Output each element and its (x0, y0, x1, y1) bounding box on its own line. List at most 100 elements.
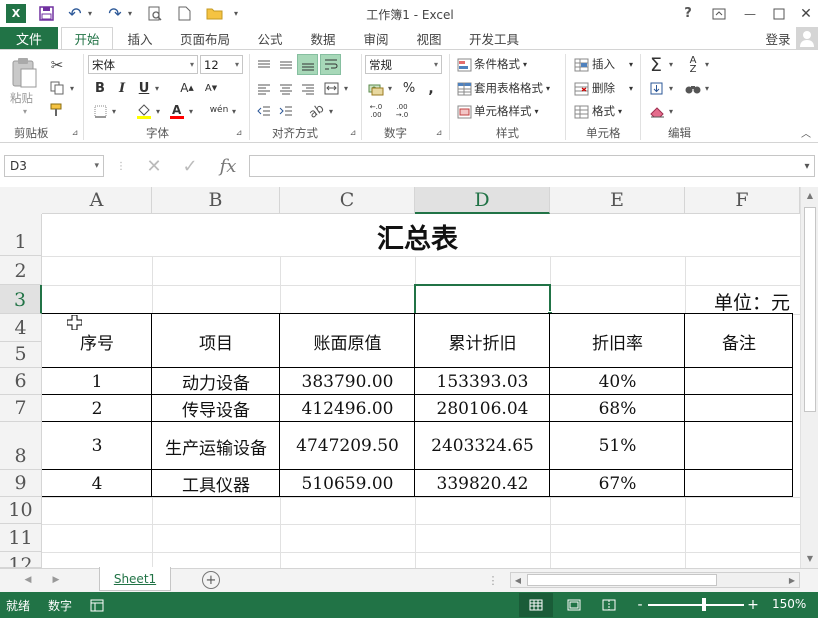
increase-decimal-button[interactable]: ←.0.00 (366, 101, 386, 121)
row-header-5[interactable]: 5 (0, 342, 42, 368)
sheet-title[interactable]: 汇总表 (42, 214, 793, 258)
fill-dropdown-icon[interactable]: ▾ (667, 79, 675, 98)
table-cell[interactable]: 2403324.65 (415, 422, 550, 470)
cell-styles-icon[interactable] (455, 102, 473, 121)
align-bottom-icon[interactable] (297, 54, 318, 75)
align-center-icon[interactable] (276, 79, 296, 98)
tab-insert[interactable]: 插入 (118, 27, 162, 49)
orientation-dropdown-icon[interactable]: ▾ (327, 102, 335, 120)
close-button[interactable]: ✕ (796, 4, 816, 23)
open-folder-icon[interactable] (203, 4, 225, 23)
column-header-c[interactable]: C (280, 187, 415, 214)
vertical-scrollbar[interactable]: ▲ ▼ (800, 187, 818, 568)
paste-button[interactable]: 粘贴 (10, 90, 33, 106)
minimize-button[interactable]: — (740, 4, 760, 23)
row-header-6[interactable]: 6 (0, 368, 42, 395)
customize-toolbar-icon[interactable]: ▾ (231, 4, 241, 23)
row-header-1[interactable]: 1 (0, 214, 42, 256)
table-cell[interactable]: 339820.42 (415, 470, 550, 497)
table-cell[interactable]: 动力设备 (152, 368, 280, 395)
format-as-table-button[interactable]: 套用表格格式 ▾ (474, 80, 550, 96)
undo-icon[interactable]: ↶ (64, 4, 86, 23)
delete-cells-icon[interactable] (572, 79, 590, 98)
table-cell[interactable]: 510659.00 (280, 470, 415, 497)
confirm-entry-icon[interactable]: ✓ (178, 155, 202, 177)
italic-button[interactable]: I (114, 79, 130, 97)
percent-button[interactable]: % (400, 79, 418, 98)
font-name-select[interactable]: 宋体 ▾ (88, 55, 198, 74)
table-header-cell[interactable]: 备注 (685, 314, 793, 368)
table-cell[interactable]: 工具仪器 (152, 470, 280, 497)
clear-dropdown-icon[interactable]: ▾ (667, 102, 675, 121)
active-cell-d3[interactable] (414, 284, 551, 315)
tab-file[interactable]: 文件 (0, 27, 58, 49)
table-header-cell[interactable]: 序号 (42, 314, 152, 368)
comma-button[interactable]: , (424, 79, 438, 98)
tab-formulas[interactable]: 公式 (250, 27, 290, 49)
table-cell[interactable] (685, 395, 793, 422)
cancel-entry-icon[interactable]: ✕ (142, 155, 166, 177)
macro-record-icon[interactable] (89, 596, 105, 614)
expand-formula-bar-icon[interactable]: ▾ (800, 157, 814, 175)
print-preview-icon[interactable] (145, 4, 165, 23)
table-cell[interactable]: 3 (42, 422, 152, 470)
underline-button[interactable]: U (136, 79, 152, 97)
grow-font-button[interactable]: A ▲ (178, 79, 196, 97)
zoom-slider-track[interactable] (648, 604, 744, 606)
table-cell[interactable]: 51% (550, 422, 685, 470)
borders-icon[interactable] (91, 102, 109, 120)
scroll-sheets-left-icon[interactable]: ◀ (22, 571, 34, 589)
table-cell[interactable]: 67% (550, 470, 685, 497)
column-header-a[interactable]: A (42, 187, 152, 214)
format-as-table-icon[interactable] (455, 79, 473, 98)
delete-cells-button[interactable]: 删除 ▾ (592, 80, 633, 96)
copy-icon[interactable] (47, 79, 67, 97)
row-header-3[interactable]: 3 (0, 285, 42, 314)
merge-center-icon[interactable] (321, 79, 341, 98)
table-header-cell[interactable]: 账面原值 (280, 314, 415, 368)
tab-data[interactable]: 数据 (303, 27, 343, 49)
table-cell[interactable] (685, 368, 793, 395)
scroll-sheets-right-icon[interactable]: ▶ (50, 571, 62, 589)
column-header-d[interactable]: D (415, 187, 550, 214)
number-format-select[interactable]: 常规 ▾ (365, 55, 442, 74)
conditional-format-icon[interactable] (455, 55, 473, 74)
conditional-format-button[interactable]: 条件格式 ▾ (474, 56, 527, 72)
zoom-slider-thumb[interactable] (702, 598, 706, 611)
undo-dropdown-icon[interactable]: ▾ (86, 4, 94, 23)
scroll-up-icon[interactable]: ▲ (802, 187, 818, 203)
cut-icon[interactable]: ✂ (47, 56, 67, 74)
row-header-11[interactable]: 11 (0, 524, 42, 552)
bold-button[interactable]: B (92, 79, 108, 97)
shrink-font-button[interactable]: A ▼ (202, 79, 220, 97)
row-header-10[interactable]: 10 (0, 497, 42, 524)
wrap-text-icon[interactable] (320, 54, 341, 75)
login-link[interactable]: 登录 (760, 27, 796, 49)
fill-icon[interactable] (648, 79, 664, 98)
row-header-9[interactable]: 9 (0, 470, 42, 497)
increase-indent-icon[interactable] (276, 102, 296, 120)
fill-color-dropdown-icon[interactable]: ▾ (154, 102, 162, 120)
tab-review[interactable]: 审阅 (356, 27, 396, 49)
horizontal-scrollbar[interactable]: ◀ ▶ (510, 572, 800, 588)
unit-label[interactable]: 单位：元 (685, 286, 790, 316)
row-header-7[interactable]: 7 (0, 395, 42, 422)
accounting-format-icon[interactable] (366, 79, 386, 98)
column-header-b[interactable]: B (152, 187, 280, 214)
zoom-in-button[interactable]: + (747, 595, 759, 615)
tab-developer[interactable]: 开发工具 (462, 27, 526, 49)
phonetic-button[interactable]: wén (208, 100, 230, 120)
help-button[interactable]: ? (680, 4, 696, 23)
table-cell[interactable]: 4 (42, 470, 152, 497)
row-header-8[interactable]: 8 (0, 422, 42, 470)
maximize-button[interactable] (769, 4, 789, 23)
table-cell[interactable]: 2 (42, 395, 152, 422)
align-right-icon[interactable] (298, 79, 318, 98)
table-cell[interactable] (685, 422, 793, 470)
tab-split-grip-icon[interactable]: ⋮ (488, 571, 499, 589)
find-select-dropdown-icon[interactable]: ▾ (703, 79, 711, 98)
table-cell[interactable]: 412496.00 (280, 395, 415, 422)
borders-dropdown-icon[interactable]: ▾ (110, 102, 118, 120)
add-sheet-icon[interactable]: + (202, 571, 220, 589)
vertical-scroll-thumb[interactable] (804, 207, 816, 412)
